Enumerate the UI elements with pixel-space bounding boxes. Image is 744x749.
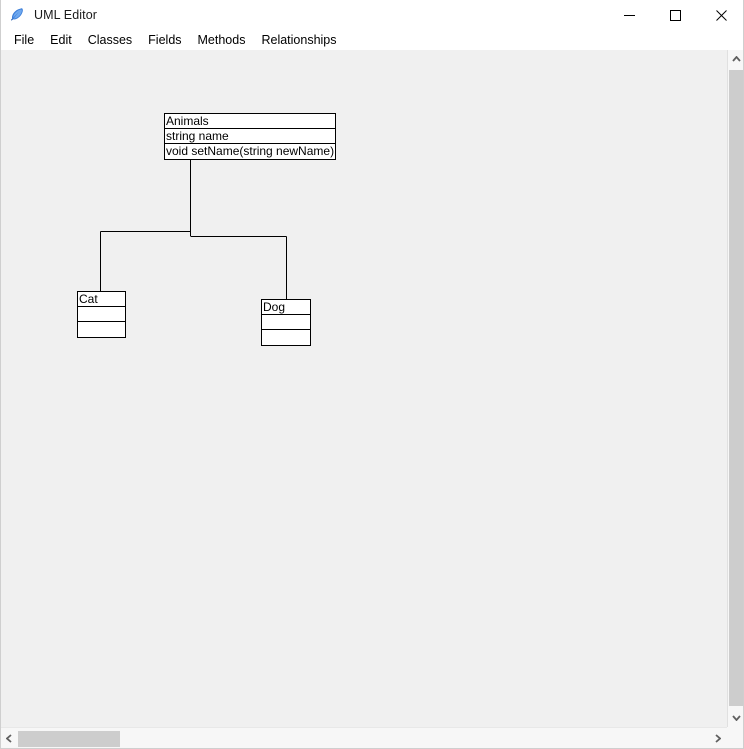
scroll-left-button[interactable] <box>0 728 18 749</box>
scrollbar-corner <box>727 727 744 749</box>
uml-method-row <box>78 322 125 337</box>
uml-class-animals[interactable]: Animals string name void setName(string … <box>164 113 336 160</box>
menu-item-relationships[interactable]: Relationships <box>253 31 344 49</box>
menu-item-methods[interactable]: Methods <box>190 31 254 49</box>
maximize-button[interactable] <box>652 0 698 30</box>
menu-item-file[interactable]: File <box>6 31 42 49</box>
chevron-up-icon <box>731 56 741 62</box>
close-icon <box>715 9 727 21</box>
uml-class-name: Cat <box>78 292 125 307</box>
feather-icon <box>11 8 23 21</box>
horizontal-scrollbar[interactable] <box>0 727 727 749</box>
window-controls <box>606 0 744 30</box>
scroll-up-button[interactable] <box>728 50 744 68</box>
maximize-icon <box>669 9 681 21</box>
uml-class-name: Dog <box>262 300 310 315</box>
chevron-down-icon <box>731 715 741 721</box>
uml-class-dog[interactable]: Dog <box>261 299 311 346</box>
uml-class-cat[interactable]: Cat <box>77 291 126 338</box>
menu-item-fields[interactable]: Fields <box>140 31 189 49</box>
scroll-down-button[interactable] <box>728 709 744 727</box>
chevron-left-icon <box>6 734 12 743</box>
uml-method-row: void setName(string newName) <box>166 144 335 158</box>
uml-field-row <box>78 307 125 322</box>
uml-method-row <box>262 330 310 345</box>
menu-bar: File Edit Classes Fields Methods Relatio… <box>0 30 744 50</box>
vertical-scrollbar[interactable] <box>727 50 744 727</box>
scroll-right-button[interactable] <box>709 728 727 749</box>
menu-item-classes[interactable]: Classes <box>80 31 140 49</box>
uml-field-row: string name <box>165 129 335 144</box>
uml-editor-window: UML Editor File Edit Classes Fields Meth… <box>0 0 744 749</box>
close-button[interactable] <box>698 0 744 30</box>
chevron-right-icon <box>715 734 721 743</box>
minimize-button[interactable] <box>606 0 652 30</box>
menu-item-edit[interactable]: Edit <box>42 31 80 49</box>
minimize-icon <box>623 14 635 16</box>
uml-class-name: Animals <box>165 114 335 129</box>
window-title: UML Editor <box>34 8 98 22</box>
horizontal-scrollbar-thumb[interactable] <box>18 731 120 747</box>
diagram-canvas-area[interactable]: Animals string name void setName(string … <box>0 50 727 727</box>
relationship-lines <box>100 113 287 300</box>
uml-field-row <box>262 315 310 330</box>
title-bar: UML Editor <box>0 0 744 30</box>
vertical-scrollbar-thumb[interactable] <box>729 70 743 706</box>
